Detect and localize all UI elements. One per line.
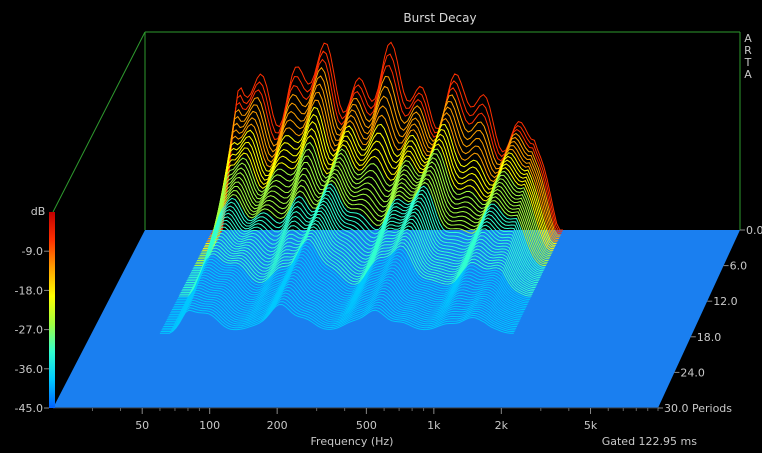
x-tick-label: 5k — [584, 419, 598, 432]
burst-decay-chart: Burst Decay ARTA Frequency (Hz) Gated 12… — [0, 0, 762, 453]
y-axis-unit: dB — [31, 205, 46, 218]
y-tick-label: -18.0 — [15, 284, 43, 297]
plot-area: Burst Decay ARTA Frequency (Hz) Gated 12… — [15, 11, 762, 448]
y-tick-label: -45.0 — [15, 402, 43, 415]
x-tick-label: 2k — [495, 419, 509, 432]
y-tick-label: -27.0 — [15, 324, 43, 337]
y-axis-ticks: -9.0 -18.0 -27.0 -36.0 -45.0 — [15, 245, 49, 415]
floor-surface — [53, 230, 740, 408]
color-scale-bar — [49, 212, 55, 408]
x-tick-label: 200 — [267, 419, 288, 432]
x-axis-label: Frequency (Hz) — [311, 435, 394, 448]
z-tick-label: 30.0 Periods — [664, 402, 732, 415]
y-tick-label: -9.0 — [22, 245, 43, 258]
gated-footer: Gated 122.95 ms — [602, 435, 698, 448]
y-tick-label: -36.0 — [15, 363, 43, 376]
x-tick-label: 500 — [356, 419, 377, 432]
z-tick-label: 12.0 — [713, 295, 738, 308]
z-tick-label: 0.0 — [746, 224, 762, 237]
decay-slice-line — [207, 91, 559, 241]
floor-plane — [53, 230, 740, 408]
z-tick-label: 6.0 — [730, 260, 748, 273]
z-tick-label: 24.0 — [680, 366, 705, 379]
x-tick-label: 50 — [135, 419, 149, 432]
x-axis-ticks: 50 100 200 500 1k 2k 5k — [91, 408, 659, 432]
brand-watermark: ARTA — [744, 32, 753, 81]
frame-diagonal — [52, 31, 146, 213]
db-color-scale — [49, 212, 55, 408]
brand-letter: A — [744, 68, 752, 81]
z-tick-label: 18.0 — [697, 331, 722, 344]
x-tick-label: 100 — [199, 419, 220, 432]
chart-title: Burst Decay — [403, 11, 476, 25]
x-tick-label: 1k — [427, 419, 441, 432]
